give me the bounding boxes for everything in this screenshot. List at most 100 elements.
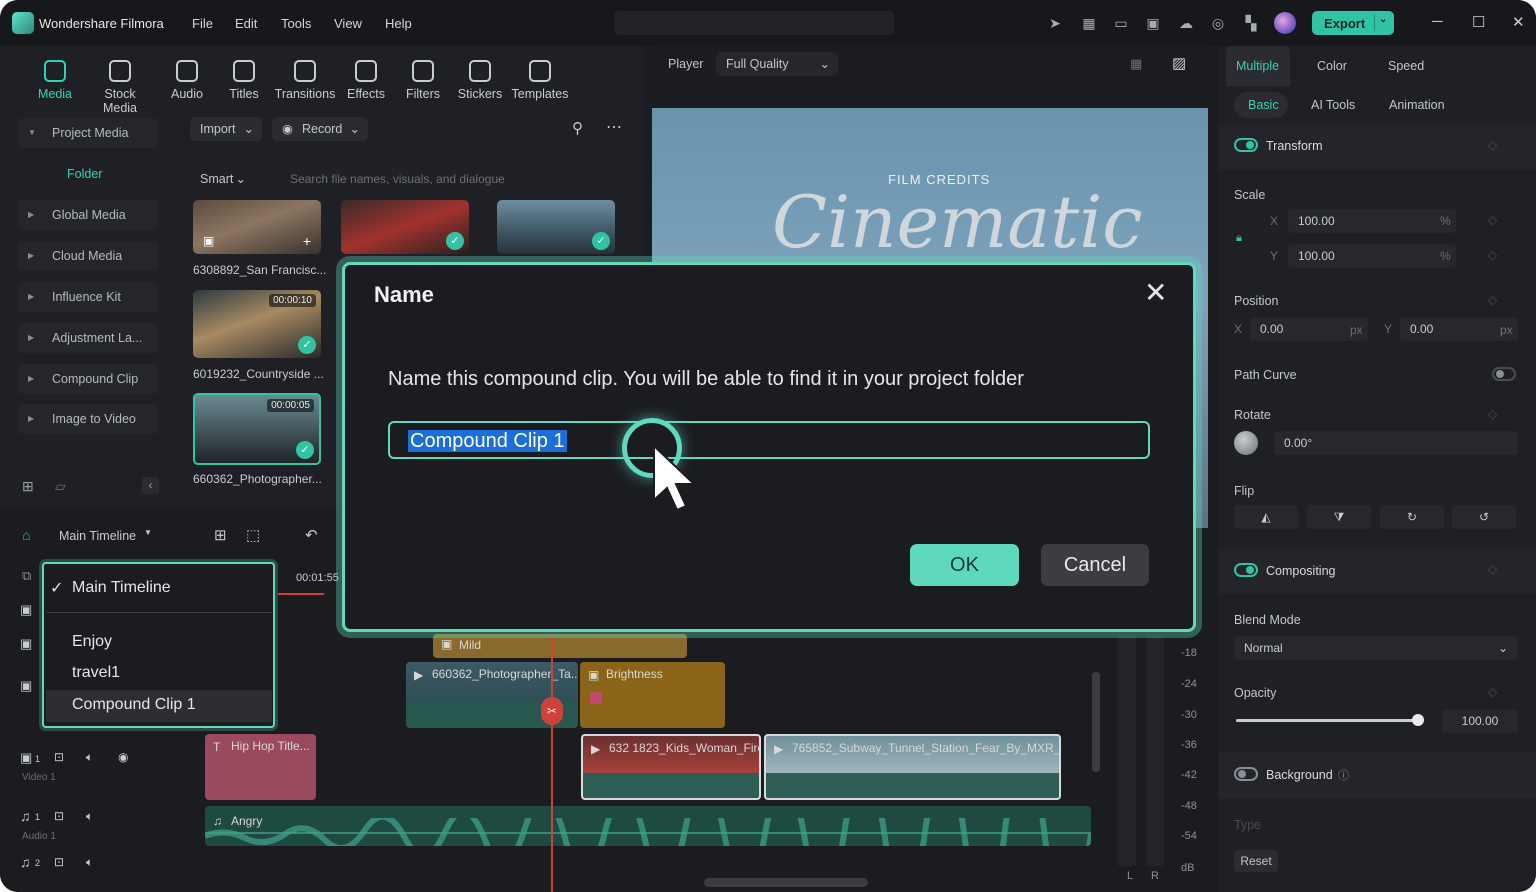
save-icon[interactable]: ▣ <box>1144 14 1162 32</box>
media-thumb-4[interactable]: 00:00:10 ✓ <box>193 290 321 358</box>
media-thumb-5[interactable]: 00:00:05 ✓ <box>193 393 321 465</box>
grid-icon[interactable]: ⊞ <box>214 526 227 544</box>
menu-help[interactable]: Help <box>385 16 412 31</box>
ok-button[interactable]: OK <box>910 544 1019 586</box>
keyframe-icon[interactable]: ◇ <box>1488 248 1497 262</box>
quality-dropdown[interactable]: Full Quality ⌄ <box>716 52 838 76</box>
minimize-icon[interactable]: ─ <box>1432 13 1443 30</box>
sidebar-item-influence-kit[interactable]: ▶ Influence Kit <box>18 282 158 312</box>
import-button[interactable]: Import ⌄ <box>190 117 262 141</box>
send-icon[interactable]: ➤ <box>1046 14 1064 32</box>
tab-color[interactable]: Color <box>1317 59 1347 73</box>
lock-track-icon[interactable]: ⊡ <box>54 855 64 869</box>
menu-item-travel1[interactable]: travel1 <box>72 664 120 682</box>
keyframe-icon[interactable]: ◇ <box>1488 407 1497 421</box>
smart-dropdown[interactable]: Smart ⌄ <box>190 167 254 191</box>
tab-speed[interactable]: Speed <box>1388 59 1424 73</box>
clip-subway-tunnel[interactable]: ▶ 765852_Subway_Tunnel_Station_Fear_By_MX… <box>764 734 1061 800</box>
sidebar-item-cloud-media[interactable]: ▶ Cloud Media <box>18 241 158 271</box>
layout-icon[interactable]: ▦ <box>1130 56 1142 72</box>
tab-titles[interactable]: Titles <box>212 60 276 101</box>
rotate-dial[interactable] <box>1234 431 1258 455</box>
tab-stock-media[interactable]: Stock Media <box>88 60 152 115</box>
menu-view[interactable]: View <box>334 16 362 31</box>
snapshot-icon[interactable]: ▨ <box>1172 54 1186 72</box>
mute-icon[interactable]: 🔈︎ <box>86 750 93 765</box>
background-toggle[interactable] <box>1234 767 1258 781</box>
rotate-left-icon[interactable]: ↺ <box>1452 505 1516 529</box>
keyframe-icon[interactable]: ◇ <box>1488 138 1497 152</box>
opacity-slider-track[interactable] <box>1236 719 1418 722</box>
rotate-right-icon[interactable]: ↻ <box>1380 505 1444 529</box>
headset-icon[interactable]: ◎ <box>1209 14 1227 32</box>
subtab-basic[interactable]: Basic <box>1248 98 1279 112</box>
help-icon[interactable]: ⓘ <box>1338 767 1349 783</box>
record-button[interactable]: ◉ Record ⌄ <box>272 117 368 141</box>
menu-tools[interactable]: Tools <box>281 16 311 31</box>
menu-edit[interactable]: Edit <box>235 16 257 31</box>
title-search-bar[interactable] <box>614 11 894 35</box>
scissors-icon[interactable]: ✂ <box>541 697 563 725</box>
menu-item-main-timeline[interactable]: Main Timeline <box>72 579 171 597</box>
more-options-icon[interactable]: ⋯ <box>606 117 622 137</box>
lock-track-icon[interactable]: ⊡ <box>54 809 64 823</box>
opacity-slider-handle[interactable] <box>1412 714 1424 726</box>
new-folder-icon[interactable]: ⊞ <box>22 478 34 495</box>
timeline-selector[interactable]: Main Timeline <box>59 529 136 543</box>
compound-clip-name-input[interactable]: Compound Clip 1 <box>388 421 1150 459</box>
lock-track-icon[interactable]: ⊡ <box>54 750 64 764</box>
close-icon[interactable]: ✕ <box>1144 279 1167 307</box>
transform-toggle[interactable] <box>1234 138 1258 152</box>
keyframe-icon[interactable]: ◇ <box>1488 213 1497 227</box>
menu-file[interactable]: File <box>192 16 213 31</box>
tab-templates[interactable]: Templates <box>508 60 572 101</box>
tab-media[interactable]: Media <box>23 60 87 101</box>
grid-apps-icon[interactable]: ▚ <box>1242 14 1260 32</box>
sidebar-item-compound-clip[interactable]: ▶ Compound Clip <box>18 364 158 394</box>
playhead[interactable] <box>551 636 553 892</box>
sidebar-folder[interactable]: Folder <box>67 167 102 181</box>
export-button[interactable]: Export ⌄ <box>1312 11 1394 35</box>
subtab-ai-tools[interactable]: AI Tools <box>1311 98 1355 112</box>
close-window-icon[interactable]: ✕ <box>1512 13 1525 31</box>
rotate-field[interactable]: 0.00° <box>1274 431 1518 455</box>
add-track-icon[interactable]: ⧉ <box>22 568 31 584</box>
tab-stickers[interactable]: Stickers <box>448 60 512 101</box>
collapse-sidebar-icon[interactable]: ‹ <box>142 477 159 494</box>
tab-filters[interactable]: Filters <box>391 60 455 101</box>
mute-icon[interactable]: 🔈︎ <box>86 809 93 824</box>
sidebar-item-image-to-video[interactable]: ▶ Image to Video <box>18 404 158 434</box>
menu-item-enjoy[interactable]: Enjoy <box>72 633 112 651</box>
clip-brightness[interactable]: ▣ Brightness <box>580 662 725 728</box>
media-search-input[interactable]: Search file names, visuals, and dialogue <box>262 167 628 191</box>
subtab-animation[interactable]: Animation <box>1389 98 1445 112</box>
sidebar-item-global-media[interactable]: ▶ Global Media <box>18 200 158 230</box>
home-icon[interactable]: ⌂ <box>22 527 30 543</box>
media-thumb-1[interactable]: ▣ + <box>193 200 321 254</box>
path-curve-toggle[interactable] <box>1492 367 1516 381</box>
eye-icon[interactable]: ◉ <box>118 750 128 764</box>
media-thumb-2[interactable]: ✓ <box>341 200 469 254</box>
tab-effects[interactable]: Effects <box>334 60 398 101</box>
clip-mild[interactable]: ▣ Mild <box>433 634 687 658</box>
triangle-down-icon[interactable]: ▼ <box>144 528 152 537</box>
tab-audio[interactable]: Audio <box>155 60 219 101</box>
sidebar-item-project-media[interactable]: ▼ Project Media <box>18 118 158 148</box>
scale-y-field[interactable]: 100.00 <box>1288 244 1456 268</box>
cancel-button[interactable]: Cancel <box>1041 544 1149 586</box>
undo-icon[interactable]: ↶ <box>305 526 318 544</box>
maximize-icon[interactable]: ☐ <box>1472 13 1485 31</box>
scale-x-field[interactable]: 100.00 <box>1288 209 1456 233</box>
blend-mode-dropdown[interactable]: Normal ⌄ <box>1234 636 1518 660</box>
avatar[interactable] <box>1274 12 1296 34</box>
cloud-upload-icon[interactable]: ☁ <box>1177 14 1195 32</box>
folder-icon[interactable]: ▱ <box>55 478 66 495</box>
flip-vertical-icon[interactable]: ⧩ <box>1307 505 1371 529</box>
timeline-vertical-scrollbar[interactable] <box>1092 672 1100 772</box>
flip-horizontal-icon[interactable]: ◭ <box>1234 505 1298 529</box>
clip-kids-woman-fire[interactable]: ▶ 632 1823_Kids_Woman_Fire... <box>581 734 761 800</box>
clip-audio-angry[interactable]: ♫ Angry <box>205 806 1091 846</box>
clip-hiphop-title[interactable]: T Hip Hop Title... <box>205 734 316 800</box>
timeline-horizontal-scrollbar[interactable] <box>704 878 868 887</box>
tab-multiple[interactable]: Multiple <box>1236 59 1279 73</box>
